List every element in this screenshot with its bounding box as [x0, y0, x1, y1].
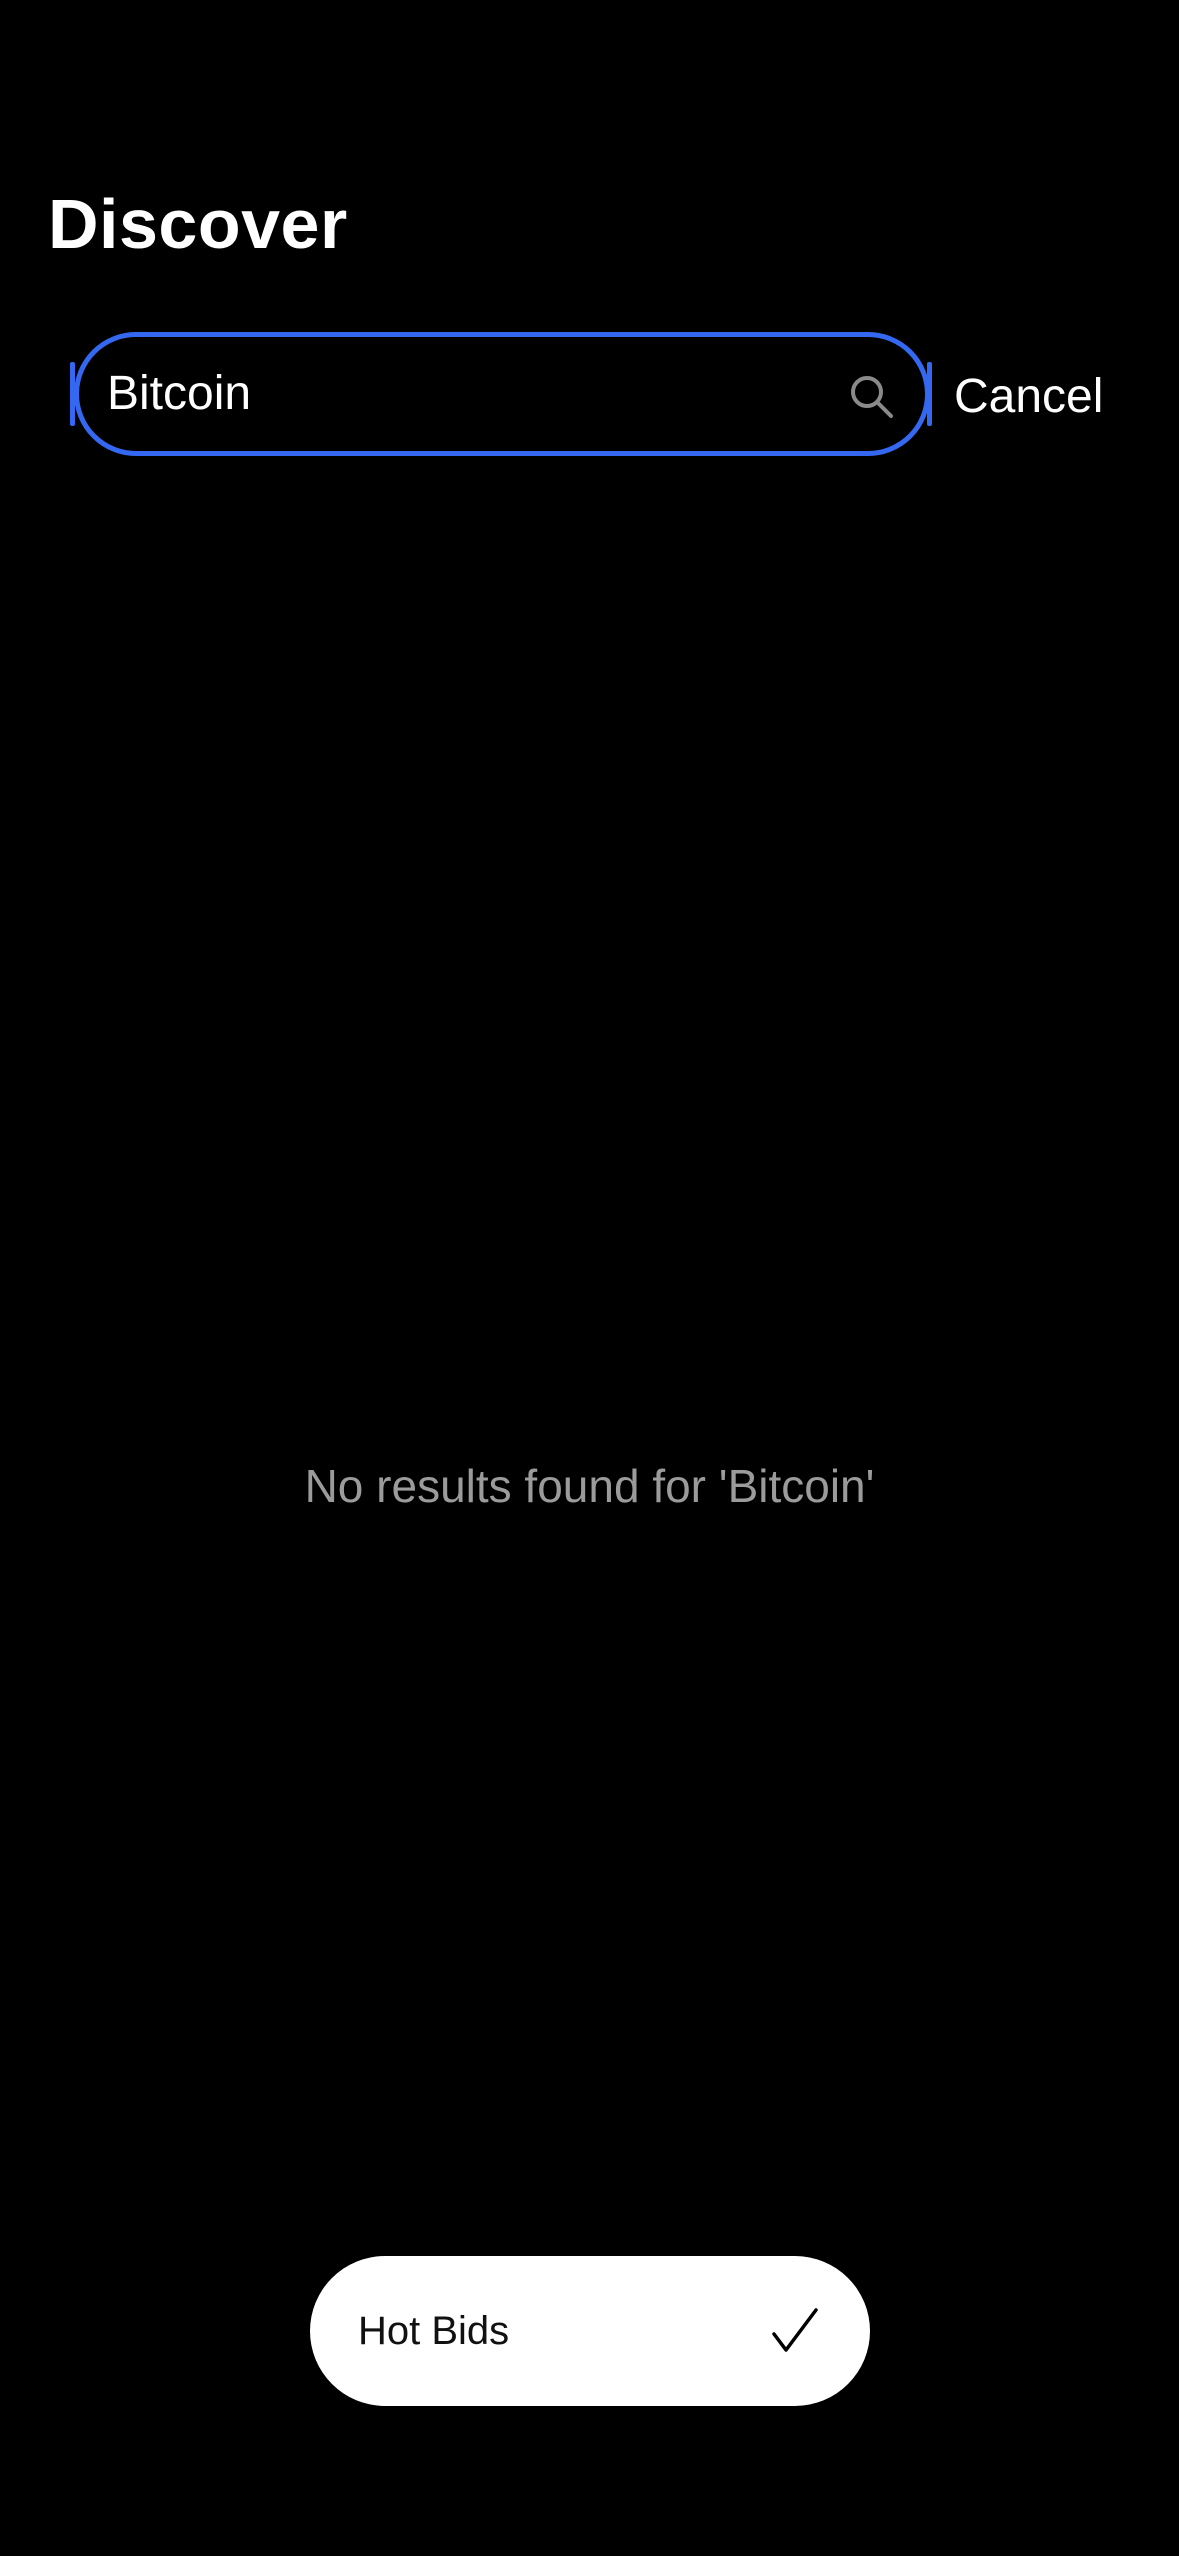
search-input[interactable]	[107, 337, 807, 451]
page-title: Discover	[48, 185, 348, 263]
hot-bids-filter-button[interactable]: Hot Bids	[310, 2256, 870, 2406]
check-icon	[772, 2308, 818, 2352]
search-icon[interactable]	[847, 372, 895, 420]
text-selection-handle-start[interactable]	[70, 362, 75, 426]
cancel-button[interactable]: Cancel	[954, 362, 1103, 432]
filter-label: Hot Bids	[358, 2309, 510, 2353]
empty-results-message: No results found for 'Bitcoin'	[304, 1460, 875, 1512]
search-field[interactable]	[74, 332, 930, 456]
text-selection-handle-end[interactable]	[927, 362, 932, 426]
